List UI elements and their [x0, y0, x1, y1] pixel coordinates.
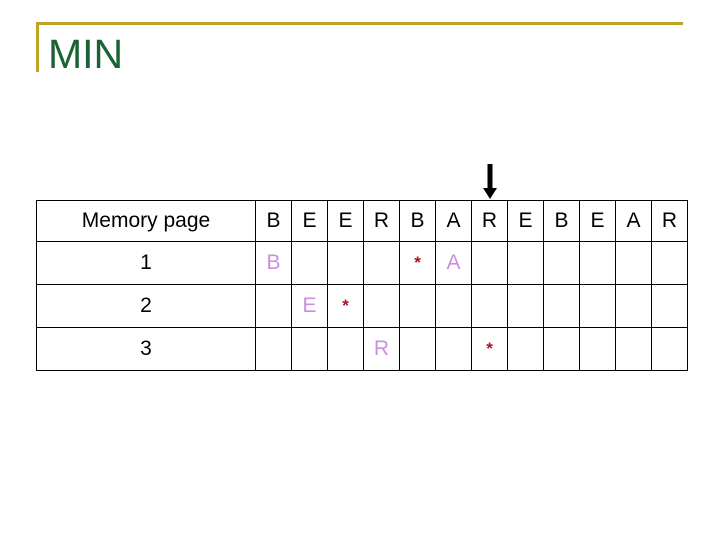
table-body: Memory page B E E R B A R E B E A R 1 B …	[36, 200, 688, 371]
reference-cell-7: E	[507, 200, 544, 242]
cell-r1-c9	[579, 284, 616, 328]
page-title: MIN	[48, 31, 124, 77]
cell-r0-c8	[543, 241, 580, 285]
cell-r0-c7	[507, 241, 544, 285]
cell-r2-c6: *	[471, 327, 508, 371]
reference-cell-6: R	[471, 200, 508, 242]
cell-r0-c9	[579, 241, 616, 285]
title-top-rule	[36, 22, 683, 25]
down-arrow-icon	[481, 164, 499, 200]
cell-r2-c3: R	[363, 327, 400, 371]
cell-r2-c11	[651, 327, 688, 371]
reference-cell-2: E	[327, 200, 364, 242]
reference-cell-10: A	[615, 200, 652, 242]
reference-cell-9: E	[579, 200, 616, 242]
table-row: 1 B * A	[36, 241, 688, 285]
cell-r2-c1	[291, 327, 328, 371]
cell-r0-c4: *	[399, 241, 436, 285]
cell-r2-c4	[399, 327, 436, 371]
cell-r1-c8	[543, 284, 580, 328]
cell-r1-c6	[471, 284, 508, 328]
cell-r2-c9	[579, 327, 616, 371]
table-header-row: Memory page B E E R B A R E B E A R	[36, 200, 688, 242]
cell-r0-c6	[471, 241, 508, 285]
cell-r2-c0	[255, 327, 292, 371]
cell-r0-c5: A	[435, 241, 472, 285]
reference-cell-11: R	[651, 200, 688, 242]
reference-cell-8: B	[543, 200, 580, 242]
header-memory-page-label: Memory page	[36, 200, 256, 242]
cell-r0-c3	[363, 241, 400, 285]
reference-cell-5: A	[435, 200, 472, 242]
cell-r2-c10	[615, 327, 652, 371]
cell-r2-c2	[327, 327, 364, 371]
cell-r0-c0: B	[255, 241, 292, 285]
cell-r0-c1	[291, 241, 328, 285]
cell-r0-c10	[615, 241, 652, 285]
cell-r2-c5	[435, 327, 472, 371]
cell-r1-c11	[651, 284, 688, 328]
cell-r1-c10	[615, 284, 652, 328]
cell-r0-c11	[651, 241, 688, 285]
cell-r1-c4	[399, 284, 436, 328]
reference-cell-1: E	[291, 200, 328, 242]
cell-r1-c1: E	[291, 284, 328, 328]
cell-r2-c8	[543, 327, 580, 371]
cell-r2-c7	[507, 327, 544, 371]
frame-label-0: 1	[36, 241, 256, 285]
memory-page-table: Memory page B E E R B A R E B E A R 1 B …	[36, 200, 688, 371]
table-row: 2 E *	[36, 284, 688, 328]
cell-r1-c5	[435, 284, 472, 328]
frame-label-1: 2	[36, 284, 256, 328]
frame-label-2: 3	[36, 327, 256, 371]
cell-r1-c3	[363, 284, 400, 328]
table-row: 3 R *	[36, 327, 688, 371]
cell-r1-c0	[255, 284, 292, 328]
reference-cell-3: R	[363, 200, 400, 242]
cell-r1-c7	[507, 284, 544, 328]
reference-cell-0: B	[255, 200, 292, 242]
cell-r1-c2: *	[327, 284, 364, 328]
title-left-rule	[36, 22, 39, 72]
reference-cell-4: B	[399, 200, 436, 242]
cell-r0-c2	[327, 241, 364, 285]
